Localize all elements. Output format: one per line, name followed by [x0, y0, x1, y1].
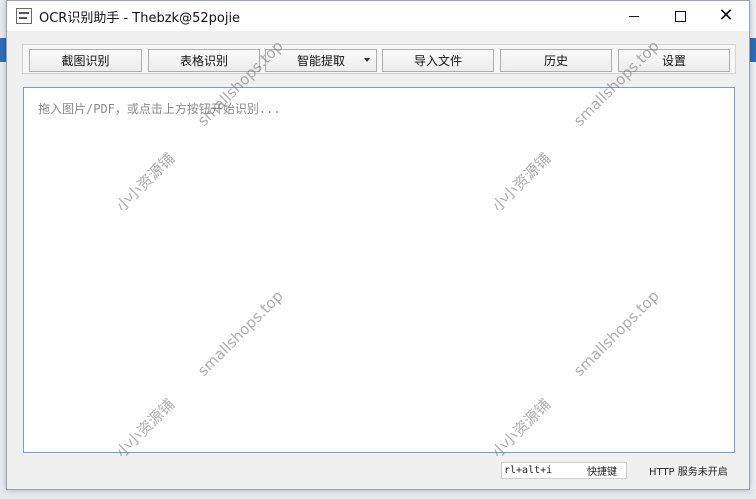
table-ocr-button[interactable]: 表格识别: [148, 49, 260, 72]
status-bar: rl+alt+i 快捷键 HTTP 服务未开启: [7, 459, 749, 483]
http-status-text: HTTP 服务未开启: [649, 467, 728, 478]
close-button[interactable]: ✕: [703, 1, 749, 31]
result-text-area[interactable]: 拖入图片/PDF，或点击上方按钮开始识别...: [23, 87, 735, 453]
maximize-icon: [674, 10, 686, 22]
window-title: OCR识别助手 - Thebzk@52pojie: [39, 11, 241, 26]
minimize-button[interactable]: [611, 1, 657, 31]
toolbar: 截图识别 表格识别 智能提取 导入文件 历史 设置: [22, 44, 736, 74]
app-window: OCR识别助手 - Thebzk@52pojie ✕ 截图识别 表格识别 智能提…: [6, 0, 750, 490]
maximize-button[interactable]: [657, 1, 703, 31]
history-button[interactable]: 历史: [500, 49, 612, 72]
settings-button[interactable]: 设置: [618, 49, 730, 72]
minimize-icon: [629, 15, 639, 17]
close-icon: ✕: [718, 5, 734, 26]
editor-placeholder: 拖入图片/PDF，或点击上方按钮开始识别...: [38, 102, 281, 116]
smart-extract-dropdown[interactable]: 智能提取: [265, 49, 377, 72]
screenshot-ocr-button[interactable]: 截图识别: [29, 49, 142, 72]
hotkey-label: 快捷键: [587, 467, 617, 478]
smart-extract-label: 智能提取: [296, 54, 345, 68]
import-file-button[interactable]: 导入文件: [382, 49, 494, 72]
title-bar[interactable]: OCR识别助手 - Thebzk@52pojie ✕: [7, 1, 749, 31]
app-icon[interactable]: [16, 8, 32, 24]
caret-down-icon: [364, 58, 370, 62]
background-bottom-strip: [0, 489, 756, 499]
